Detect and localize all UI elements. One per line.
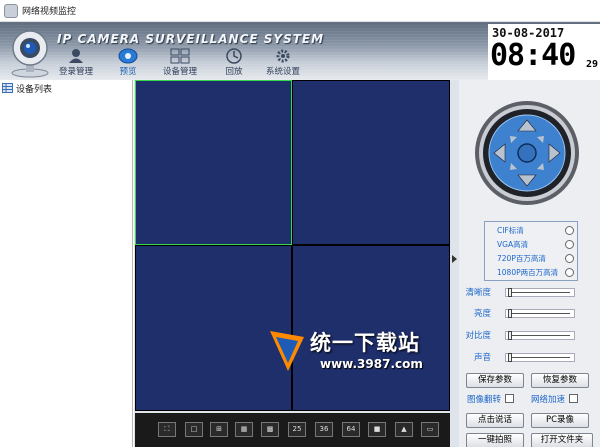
open-folder-button[interactable]: 打开文件夹 <box>531 433 593 447</box>
slider-sharpness-track[interactable] <box>505 288 575 297</box>
slider-sharpness: 清晰度 <box>459 284 600 300</box>
resolution-720p-label: 720P百万高清 <box>497 254 546 263</box>
video-cell-2[interactable] <box>292 80 450 245</box>
video-area: ⛶ □ ⊞ ▦ ▩ 25 36 64 ■ ▲ ▭ <box>134 80 451 447</box>
network-accel-box[interactable] <box>569 394 579 403</box>
network-accel-checkbox[interactable]: 网络加速 <box>531 393 579 405</box>
clock-display: 30-08-2017 08:40 29 <box>488 24 600 80</box>
layout-64-button[interactable]: 64 <box>342 422 360 437</box>
main-nav: 登录管理 预览 设备管理 回放 系统设置 <box>50 48 310 78</box>
image-flip-checkbox[interactable]: 图像翻转 <box>467 393 515 405</box>
nav-playback[interactable]: 回放 <box>212 48 256 78</box>
video-grid <box>135 80 450 411</box>
resolution-720p-radio[interactable] <box>565 254 574 263</box>
resolution-cif-label: CIF标清 <box>497 226 524 235</box>
webcam-logo-icon <box>11 30 49 78</box>
slider-brightness-track[interactable] <box>505 309 575 318</box>
nav-device-manage-label: 设备管理 <box>162 67 197 77</box>
clock-time: 08:40 <box>490 38 576 73</box>
slider-thumb[interactable] <box>508 288 512 297</box>
brand-title: IP CAMERA SURVEILLANCE SYSTEM <box>57 32 325 46</box>
restore-params-button[interactable]: 恢复参数 <box>531 373 589 388</box>
slider-brightness-label: 亮度 <box>473 309 491 319</box>
collapse-arrow-icon <box>452 255 457 263</box>
nav-login[interactable]: 登录管理 <box>54 48 98 78</box>
control-panel: CIF标清 VGA高清 720P百万高清 1080P两百万高清 清晰度 亮度 对… <box>459 80 600 447</box>
slider-thumb[interactable] <box>508 331 512 340</box>
image-flip-label: 图像翻转 <box>467 395 502 405</box>
device-list-title: 设备列表 <box>16 85 53 95</box>
resolution-720p[interactable]: 720P百万高清 <box>485 252 579 266</box>
device-manage-icon <box>170 48 190 64</box>
nav-system-settings[interactable]: 系统设置 <box>258 48 308 78</box>
slider-contrast: 对比度 <box>459 327 600 343</box>
nav-system-settings-label: 系统设置 <box>265 67 300 77</box>
video-toolbar: ⛶ □ ⊞ ▦ ▩ 25 36 64 ■ ▲ ▭ <box>135 413 450 447</box>
resolution-cif[interactable]: CIF标清 <box>485 224 579 238</box>
layout-4-button[interactable]: ⊞ <box>210 422 228 437</box>
gear-icon <box>276 49 290 63</box>
slider-volume-track[interactable] <box>505 353 575 362</box>
resolution-options: CIF标清 VGA高清 720P百万高清 1080P两百万高清 <box>484 221 578 281</box>
save-params-button[interactable]: 保存参数 <box>466 373 524 388</box>
window-restore-button[interactable]: ▭ <box>421 422 439 437</box>
image-flip-box[interactable] <box>505 394 515 403</box>
user-login-icon <box>69 49 83 63</box>
clock-seconds: 29 <box>586 59 599 70</box>
nav-login-label: 登录管理 <box>58 67 93 77</box>
resolution-1080p[interactable]: 1080P两百万高清 <box>485 266 579 280</box>
ptz-direction-pad-icon[interactable] <box>474 100 580 206</box>
nav-device-manage[interactable]: 设备管理 <box>158 48 202 78</box>
video-cell-3[interactable] <box>135 245 292 411</box>
record-camera-button[interactable]: ■ <box>368 422 386 437</box>
window-titlebar: 网络视频监控 <box>0 0 600 22</box>
app-header: IP CAMERA SURVEILLANCE SYSTEM 登录管理 预览 设备… <box>0 22 600 80</box>
video-cell-4[interactable] <box>292 245 450 411</box>
slider-contrast-track[interactable] <box>505 331 575 340</box>
app-icon <box>4 4 18 18</box>
device-grid-icon <box>2 83 13 93</box>
network-accel-label: 网络加速 <box>531 395 566 405</box>
pc-record-button[interactable]: PC录像 <box>531 413 589 428</box>
layout-9-button[interactable]: ▦ <box>235 422 253 437</box>
resolution-vga-label: VGA高清 <box>497 240 529 249</box>
talk-button[interactable]: 点击说话 <box>466 413 524 428</box>
resolution-cif-radio[interactable] <box>565 226 574 235</box>
resolution-1080p-label: 1080P两百万高清 <box>497 268 559 277</box>
slider-thumb[interactable] <box>508 353 512 362</box>
slider-volume: 声音 <box>459 349 600 365</box>
resolution-vga-radio[interactable] <box>565 240 574 249</box>
nav-preview-label: 预览 <box>119 67 137 77</box>
fullscreen-button[interactable]: ⛶ <box>158 422 176 437</box>
slider-thumb[interactable] <box>508 309 512 318</box>
layout-36-button[interactable]: 36 <box>315 422 333 437</box>
slider-contrast-label: 对比度 <box>465 331 491 341</box>
panel-collapse-handle[interactable] <box>451 80 459 447</box>
snapshot-image-button[interactable]: ▲ <box>395 422 413 437</box>
layout-25-button[interactable]: 25 <box>288 422 306 437</box>
slider-sharpness-label: 清晰度 <box>465 288 491 298</box>
resolution-1080p-radio[interactable] <box>565 268 574 277</box>
slider-brightness: 亮度 <box>459 305 600 321</box>
layout-16-button[interactable]: ▩ <box>261 422 279 437</box>
nav-playback-label: 回放 <box>225 67 243 77</box>
nav-preview[interactable]: 预览 <box>106 48 150 78</box>
snapshot-button[interactable]: 一键拍照 <box>466 433 524 447</box>
playback-icon <box>226 48 242 64</box>
resolution-vga[interactable]: VGA高清 <box>485 238 579 252</box>
video-cell-1[interactable] <box>135 80 292 245</box>
window-title: 网络视频监控 <box>22 7 77 17</box>
device-list-panel[interactable]: 设备列表 <box>0 80 133 447</box>
layout-1-button[interactable]: □ <box>185 422 203 437</box>
preview-eye-icon <box>118 48 138 64</box>
slider-volume-label: 声音 <box>473 353 491 363</box>
